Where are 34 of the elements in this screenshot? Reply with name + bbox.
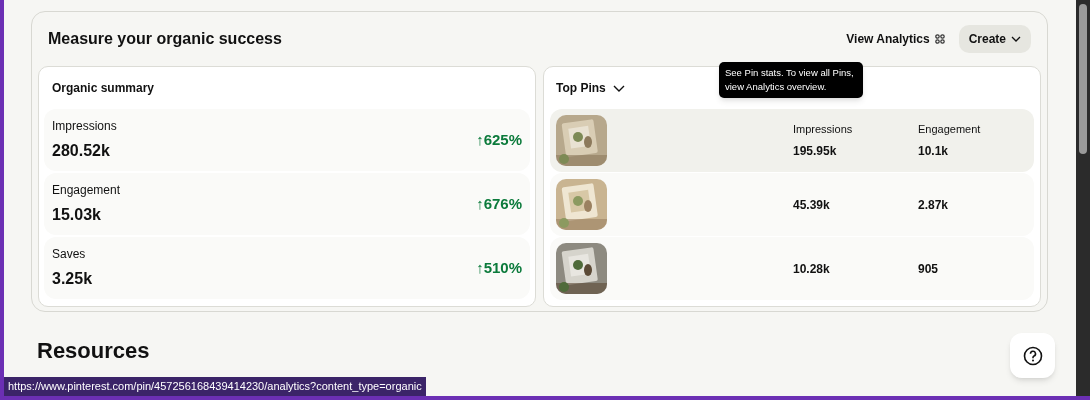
grid-icon	[934, 34, 945, 44]
status-bar-url: https://www.pinterest.com/pin/457256168439414230/analytics?content_type=organic	[4, 377, 426, 396]
pin-stat: 905	[918, 260, 940, 278]
resources-heading: Resources	[37, 338, 150, 363]
pin-stat: 45.39k	[793, 196, 831, 214]
create-button[interactable]: Create	[958, 25, 1031, 53]
panel-title: Organic summary	[52, 80, 155, 97]
metric-label: Impressions	[52, 118, 117, 135]
column-label: Engagement	[918, 121, 982, 137]
chevron-down-icon	[1011, 36, 1021, 42]
tooltip: See Pin stats. To view all Pins, view Analytics overview.	[719, 62, 863, 98]
help-button[interactable]	[1010, 333, 1055, 378]
pin-row[interactable]: 10.28k 905	[550, 237, 1034, 300]
pin-row[interactable]: Impressions 195.95k Engagement 10.1k	[550, 109, 1034, 172]
pin-stat: 195.95k	[793, 143, 838, 161]
section-title: Measure your organic success	[48, 29, 282, 49]
metric-value: 3.25k	[52, 269, 93, 289]
metric-change: ↑625%	[476, 129, 522, 150]
pin-stat: 2.87k	[918, 196, 950, 214]
scrollbar[interactable]	[1076, 0, 1090, 396]
pin-stat: 10.1k	[918, 143, 950, 161]
metric-label: Engagement	[52, 182, 121, 199]
view-analytics-link[interactable]: View Analytics	[846, 30, 945, 48]
metric-change: ↑676%	[476, 193, 522, 214]
column-label: Impressions	[793, 121, 854, 137]
pin-row[interactable]: 45.39k 2.87k	[550, 173, 1034, 236]
pin-stat: 10.28k	[793, 260, 831, 278]
metric-value: 15.03k	[52, 205, 102, 225]
metric-label: Saves	[52, 246, 87, 263]
help-icon	[1022, 345, 1043, 366]
metric-value: 280.52k	[52, 141, 111, 161]
top-pins-dropdown[interactable]: Top Pins	[556, 79, 625, 97]
chevron-down-icon	[612, 84, 625, 92]
metric-change: ↑510%	[476, 257, 522, 278]
